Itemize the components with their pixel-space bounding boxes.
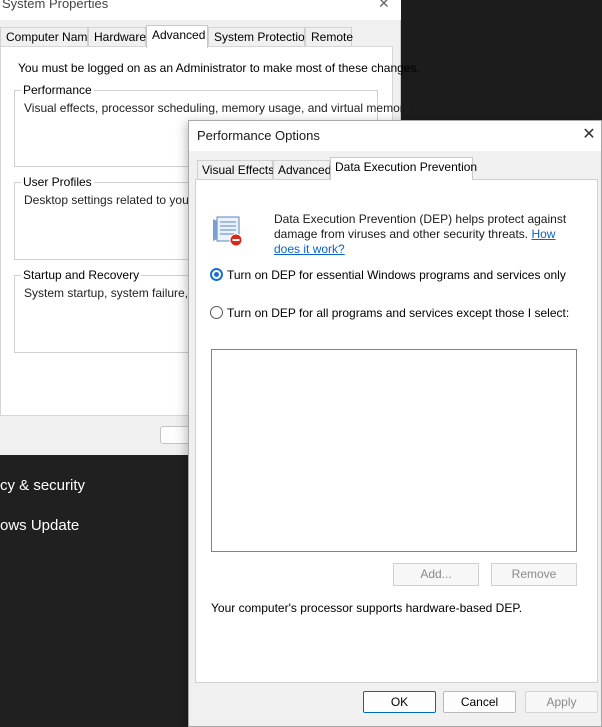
startup-recovery-group-desc: System startup, system failure, and bbox=[24, 286, 212, 300]
dep-description: Data Execution Prevention (DEP) helps pr… bbox=[274, 212, 574, 257]
user-profiles-group-label: User Profiles bbox=[21, 175, 94, 189]
performance-options-titlebar: Performance Options ✕ bbox=[189, 121, 601, 151]
performance-group-desc: Visual effects, processor scheduling, me… bbox=[24, 101, 410, 115]
tab-computer-name[interactable]: Computer Name bbox=[0, 27, 94, 47]
close-icon[interactable]: ✕ bbox=[581, 126, 597, 144]
hardware-dep-support-note: Your computer's processor supports hardw… bbox=[211, 601, 523, 615]
tab-data-execution-prevention[interactable]: Data Execution Prevention bbox=[330, 157, 477, 180]
startup-recovery-group-label: Startup and Recovery bbox=[21, 268, 142, 282]
tab-system-protection[interactable]: System Protection bbox=[208, 27, 311, 47]
performance-options-title: Performance Options bbox=[197, 128, 320, 143]
tab-visual-effects[interactable]: Visual Effects bbox=[197, 160, 274, 180]
performance-options-dialog: Performance Options ✕ Visual Effects Adv… bbox=[188, 120, 602, 727]
admin-note: You must be logged on as an Administrato… bbox=[18, 61, 420, 75]
apply-button[interactable]: Apply bbox=[525, 691, 598, 713]
add-program-button[interactable]: Add... bbox=[393, 563, 479, 586]
radio-all-programs[interactable]: Turn on DEP for all programs and service… bbox=[210, 306, 569, 320]
tab-advanced[interactable]: Advanced bbox=[146, 25, 208, 48]
tab-hardware[interactable]: Hardware bbox=[88, 27, 146, 47]
close-icon[interactable]: ✕ bbox=[378, 0, 390, 12]
excluded-programs-list[interactable] bbox=[211, 349, 577, 552]
radio-all-label: Turn on DEP for all programs and service… bbox=[227, 306, 570, 320]
dep-shield-icon bbox=[213, 216, 243, 247]
radio-all-indicator[interactable] bbox=[210, 306, 223, 319]
system-properties-title: System Properties bbox=[2, 0, 109, 11]
remove-program-button[interactable]: Remove bbox=[491, 563, 577, 586]
settings-nav-windows-update[interactable]: ows Update bbox=[0, 517, 79, 534]
performance-group-label: Performance bbox=[21, 83, 94, 97]
dep-description-text: Data Execution Prevention (DEP) helps pr… bbox=[274, 212, 567, 241]
radio-essential-label: Turn on DEP for essential Windows progra… bbox=[227, 268, 566, 282]
ok-button[interactable]: OK bbox=[363, 691, 436, 713]
dep-tab-panel: Data Execution Prevention (DEP) helps pr… bbox=[195, 179, 598, 683]
system-properties-tabs: Computer Name Hardware Advanced System P… bbox=[0, 25, 401, 48]
user-profiles-group-desc: Desktop settings related to your sig bbox=[24, 193, 212, 207]
settings-nav-privacy-security[interactable]: cy & security bbox=[0, 477, 85, 494]
performance-options-tabs: Visual Effects Advanced Data Execution P… bbox=[189, 157, 601, 180]
cancel-button[interactable]: Cancel bbox=[443, 691, 516, 713]
tab-advanced[interactable]: Advanced bbox=[273, 160, 331, 180]
tab-remote[interactable]: Remote bbox=[305, 27, 353, 47]
radio-essential-programs[interactable]: Turn on DEP for essential Windows progra… bbox=[210, 268, 566, 282]
radio-essential-indicator[interactable] bbox=[210, 268, 223, 281]
system-properties-titlebar: System Properties ✕ bbox=[0, 0, 401, 20]
